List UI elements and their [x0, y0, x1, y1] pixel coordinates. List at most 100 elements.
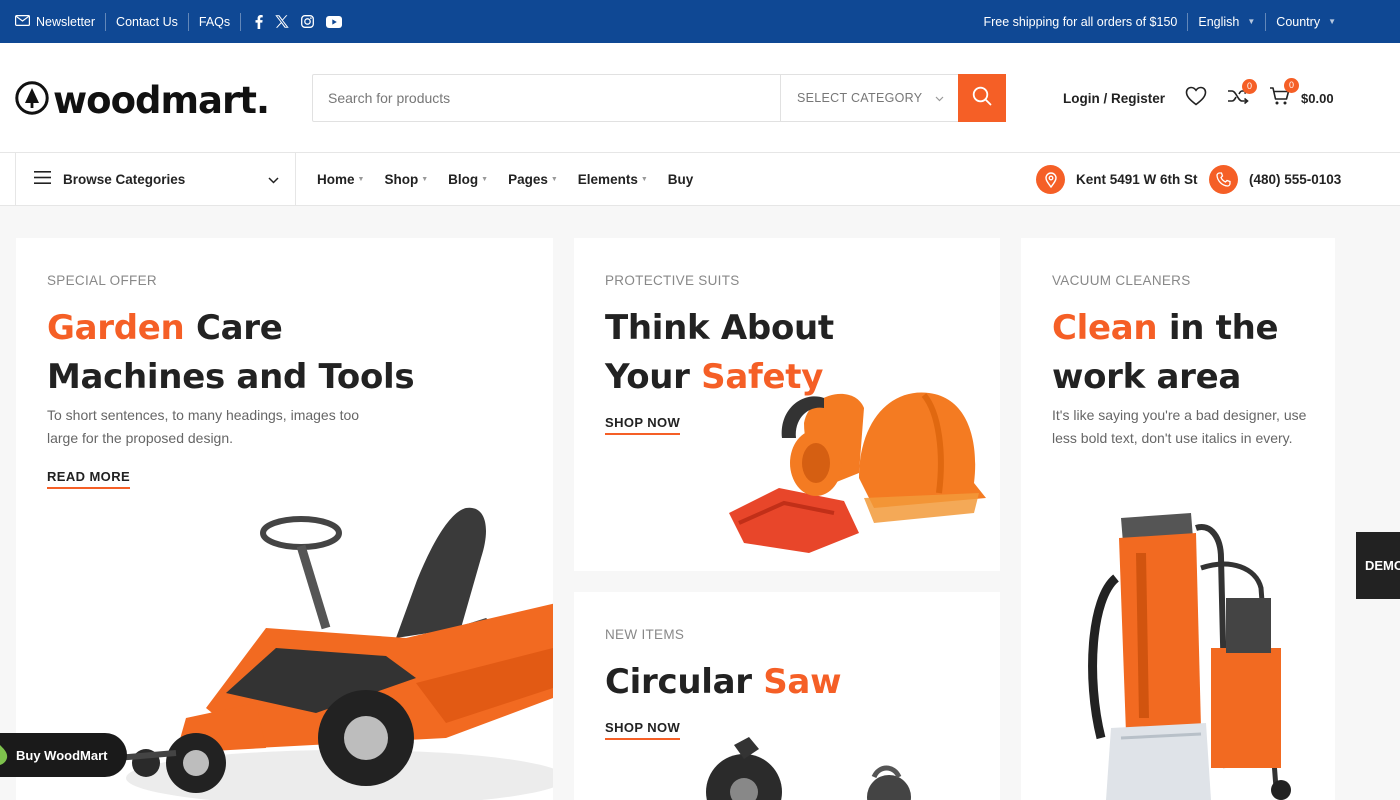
newsletter-label: Newsletter — [36, 14, 96, 29]
title-line1: Think About — [605, 308, 834, 348]
language-selector[interactable]: English ▼ — [1198, 15, 1255, 29]
menu-label: Buy — [667, 172, 694, 187]
menu-label: Shop — [384, 172, 419, 187]
menu-item-pages[interactable]: Pages ▼ — [508, 172, 558, 187]
buy-woodmart-button[interactable]: Buy WoodMart — [0, 733, 127, 777]
logo-text: woodmart. — [53, 79, 270, 122]
phone-text: (480) 555-0103 — [1249, 172, 1342, 187]
compare-button[interactable]: 0 — [1227, 78, 1258, 110]
location-pin-icon — [1036, 165, 1065, 194]
x-twitter-icon[interactable] — [275, 15, 289, 28]
search-bar: SELECT CATEGORY — [312, 74, 1006, 122]
title-plain: Circular — [605, 662, 764, 702]
cart-count-badge: 0 — [1284, 77, 1300, 93]
heart-icon — [1185, 86, 1207, 111]
card-title: Clean in the work area — [1052, 304, 1322, 402]
header-actions: Login / Register 0 0 $0.00 — [1063, 77, 1334, 113]
menu-item-blog[interactable]: Blog ▼ — [448, 172, 488, 187]
vacuum-cleaner-image — [1081, 498, 1311, 800]
category-select[interactable]: SELECT CATEGORY — [780, 75, 958, 121]
wishlist-button[interactable] — [1185, 86, 1207, 111]
divider — [1265, 12, 1267, 31]
facebook-icon[interactable] — [255, 14, 263, 29]
title-rest: Care — [184, 308, 283, 348]
promo-card-saw[interactable]: NEW ITEMS Circular Saw SHOP NOW — [574, 592, 1000, 800]
demo-label: DEMO — [1365, 558, 1400, 573]
instagram-icon[interactable] — [301, 15, 315, 28]
store-address[interactable]: Kent 5491 W 6th St — [1036, 153, 1198, 206]
menu-item-elements[interactable]: Elements ▼ — [578, 172, 648, 187]
category-select-label: SELECT CATEGORY — [797, 91, 923, 105]
chevron-down-icon: ▼ — [640, 176, 648, 183]
menu-item-buy[interactable]: Buy — [668, 172, 694, 187]
contact-us-link[interactable]: Contact Us — [116, 15, 178, 29]
main-header: woodmart. SELECT CATEGORY Login / Regist… — [0, 43, 1400, 153]
site-logo[interactable]: woodmart. — [15, 79, 270, 122]
card-title: Circular Saw — [605, 658, 905, 707]
search-input[interactable] — [313, 75, 780, 121]
top-bar: Newsletter Contact Us FAQs Free shipping… — [0, 0, 1400, 43]
search-button[interactable] — [958, 74, 1006, 122]
menu-label: Elements — [577, 172, 638, 187]
card-subtitle: VACUUM CLEANERS — [1052, 273, 1191, 288]
youtube-icon[interactable] — [326, 15, 343, 28]
chevron-down-icon: ▼ — [481, 176, 489, 183]
cart-total: $0.00 — [1301, 90, 1334, 106]
newsletter-link[interactable]: Newsletter — [15, 15, 95, 29]
card-subtitle: SPECIAL OFFER — [47, 273, 157, 288]
mail-icon — [15, 14, 31, 29]
search-icon — [972, 86, 992, 111]
envato-leaf-icon — [0, 743, 8, 768]
menu-label: Blog — [448, 172, 479, 187]
country-selector[interactable]: Country ▼ — [1276, 15, 1336, 29]
browse-categories-button[interactable]: Browse Categories — [15, 153, 296, 206]
card-subtitle: PROTECTIVE SUITS — [605, 273, 740, 288]
tree-logo-icon — [15, 81, 49, 120]
cart-icon-wrap: 0 — [1269, 77, 1300, 111]
store-phone[interactable]: (480) 555-0103 — [1209, 153, 1341, 206]
chevron-down-icon: ▼ — [421, 176, 429, 183]
shop-now-link[interactable]: SHOP NOW — [605, 415, 681, 435]
circular-saw-image — [704, 737, 924, 800]
cart-button[interactable]: 0 $0.00 — [1269, 77, 1334, 111]
faqs-link[interactable]: FAQs — [199, 15, 230, 29]
demo-side-tab[interactable]: DEMO — [1356, 532, 1400, 599]
chevron-down-icon: ▼ — [357, 176, 365, 183]
browse-categories-label: Browse Categories — [63, 172, 186, 187]
social-links — [255, 14, 343, 29]
divider — [105, 12, 107, 31]
chevron-down-icon: ▼ — [1328, 17, 1336, 26]
shop-now-link[interactable]: SHOP NOW — [605, 720, 681, 740]
login-register-link[interactable]: Login / Register — [1063, 91, 1165, 106]
chevron-down-icon: ▼ — [1247, 17, 1256, 26]
title-line2: work area — [1052, 357, 1241, 397]
divider — [187, 12, 189, 31]
free-shipping-text: Free shipping for all orders of $150 — [983, 14, 1178, 29]
menu-item-home[interactable]: Home ▼ — [317, 172, 364, 187]
read-more-link[interactable]: READ MORE — [47, 469, 131, 489]
divider — [240, 12, 242, 31]
phone-icon — [1209, 165, 1238, 194]
promo-card-safety[interactable]: PROTECTIVE SUITS Think About Your Safety… — [574, 238, 1000, 571]
compare-count-badge: 0 — [1242, 78, 1258, 94]
title-accent: Garden — [47, 308, 185, 348]
menu-label: Pages — [508, 172, 548, 187]
title-accent: Saw — [763, 662, 842, 702]
chevron-down-icon — [935, 91, 944, 105]
main-navigation: Browse Categories Home ▼ Shop ▼ Blog ▼ Page… — [0, 153, 1400, 206]
chevron-down-icon — [268, 171, 279, 189]
title-accent: Clean — [1052, 308, 1158, 348]
safety-helmet-image — [724, 383, 989, 563]
menu-item-shop[interactable]: Shop ▼ — [384, 172, 428, 187]
promo-card-garden[interactable]: SPECIAL OFFER Garden Care Machines and T… — [16, 238, 553, 800]
buy-label: Buy WoodMart — [16, 747, 108, 763]
title-line2: Machines and Tools — [47, 357, 415, 397]
menu-label: Home — [317, 172, 355, 187]
title-rest: in the — [1157, 308, 1279, 348]
card-title: Garden Care Machines and Tools — [47, 304, 467, 402]
card-description: It's like saying you're a bad designer, … — [1052, 407, 1307, 446]
promo-card-clean[interactable]: VACUUM CLEANERS Clean in the work area I… — [1021, 238, 1335, 800]
country-label: Country — [1276, 14, 1321, 29]
address-text: Kent 5491 W 6th St — [1076, 172, 1198, 187]
card-subtitle: NEW ITEMS — [605, 627, 685, 642]
